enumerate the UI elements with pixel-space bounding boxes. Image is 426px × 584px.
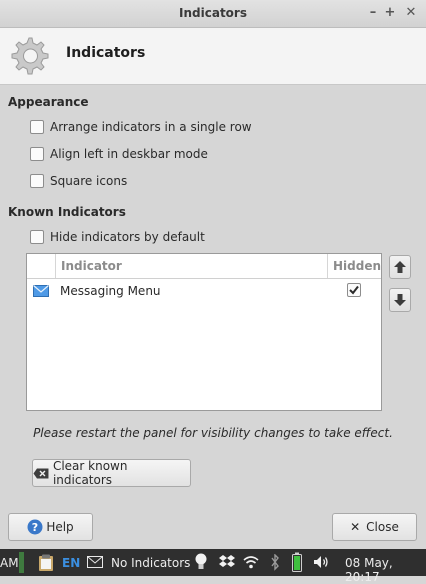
hidden-column-header[interactable]: Hidden [327,254,383,278]
close-x-icon: ✕ [350,520,361,534]
move-down-button[interactable] [389,288,411,312]
square-icons-label: Square icons [50,174,128,188]
indicators-plugin-label[interactable]: No Indicators [111,556,190,570]
single-row-option[interactable]: Arrange indicators in a single row [30,118,252,136]
mail-icon[interactable] [87,556,103,568]
hide-default-option[interactable]: Hide indicators by default [30,228,205,246]
dropbox-icon[interactable] [219,554,235,570]
window-title: Indicators [179,6,247,20]
wifi-icon[interactable] [243,555,259,569]
volume-icon[interactable] [313,555,329,569]
arrow-up-icon [394,261,406,273]
single-row-label: Arrange indicators in a single row [50,120,252,134]
square-icons-checkbox[interactable] [30,174,44,188]
close-window-button[interactable]: ✕ [402,4,420,22]
clipboard-icon[interactable] [38,554,54,572]
gear-icon [11,37,49,75]
window-titlebar: Indicators – + ✕ [0,0,426,28]
bluetooth-icon[interactable] [270,554,280,571]
battery-icon[interactable] [292,552,302,572]
envelope-icon [33,285,49,297]
taskbar: AM EN No Indicators 08 May, 20:17 [0,549,426,584]
square-icons-option[interactable]: Square icons [30,172,127,190]
lightbulb-icon[interactable] [195,553,207,571]
help-button[interactable]: ? Help [8,513,93,541]
keyboard-layout-indicator[interactable]: EN [62,556,80,570]
arrow-down-icon [394,294,406,306]
align-left-option[interactable]: Align left in deskbar mode [30,145,208,163]
list-header: Indicator Hidden [27,254,381,279]
hide-default-checkbox[interactable] [30,230,44,244]
taskbar-datetime[interactable]: 08 May, 20:17 [345,556,426,584]
svg-text:?: ? [32,521,38,534]
indicators-list[interactable]: Indicator Hidden Messaging Menu [26,253,382,411]
clear-icon [33,468,49,478]
close-button[interactable]: ✕ Close [332,513,417,541]
list-item-label: Messaging Menu [60,284,161,298]
hide-default-label: Hide indicators by default [50,230,205,244]
workspace-indicator-icon[interactable] [19,552,24,573]
help-button-label: Help [46,520,74,534]
single-row-checkbox[interactable] [30,120,44,134]
header-title: Indicators [66,45,146,61]
hidden-column-label: Hidden [333,259,382,273]
list-item[interactable]: Messaging Menu [27,279,381,303]
help-icon: ? [27,519,43,535]
indicator-column-header[interactable]: Indicator [61,259,122,273]
align-left-checkbox[interactable] [30,147,44,161]
taskbar-clock-fragment: AM [0,556,19,570]
dialog-header: Indicators [0,28,426,85]
appearance-section-label: Appearance [8,95,89,109]
maximize-button[interactable]: + [381,4,399,22]
clear-button-label: Clear known indicators [52,459,128,487]
icon-column-header[interactable] [27,254,56,278]
known-indicators-section-label: Known Indicators [8,205,126,219]
close-button-label: Close [366,520,399,534]
move-up-button[interactable] [389,255,411,279]
minimize-button[interactable]: – [364,4,382,22]
clear-known-indicators-button[interactable]: Clear known indicators [32,459,191,487]
checkmark-icon [349,285,359,295]
hidden-checkbox[interactable] [347,283,361,297]
align-left-label: Align left in deskbar mode [50,147,208,161]
restart-note: Please restart the panel for visibility … [33,426,393,440]
